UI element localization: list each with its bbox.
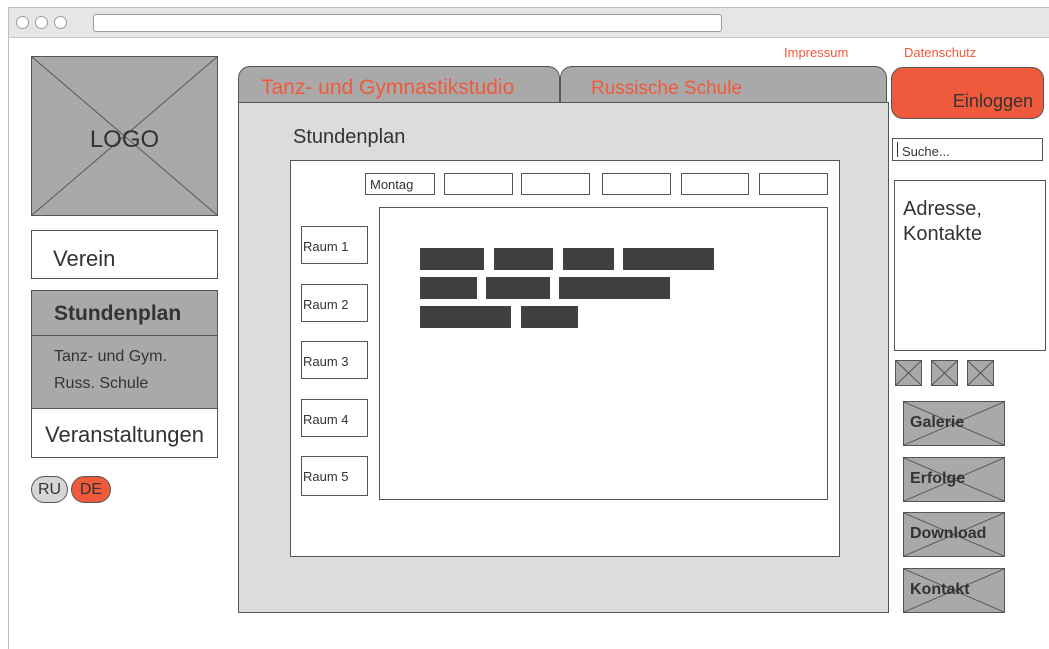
room-3[interactable]: Raum 3 [301,341,368,379]
text-placeholder-bar [563,248,614,270]
nav-galerie-button[interactable]: Galerie [903,401,1005,446]
impressum-link[interactable]: Impressum [784,45,848,60]
day-field-2[interactable] [444,173,513,195]
text-placeholder-bar [420,248,484,270]
text-placeholder-bar [420,277,477,299]
text-placeholder-bar [623,248,714,270]
room-1[interactable]: Raum 1 [301,226,368,264]
tab-tanz-gymnastik[interactable]: Tanz- und Gymnastikstudio [238,66,560,102]
room-2[interactable]: Raum 2 [301,284,368,322]
login-button[interactable]: Einloggen [891,67,1044,119]
window-minimize-button[interactable] [35,16,48,29]
nav-download-button[interactable]: Download [903,512,1005,557]
search-placeholder: Suche... [902,144,950,159]
sidebar-item-stundenplan[interactable]: Stundenplan [32,291,217,336]
logo: LOGO [31,56,218,216]
text-cursor [897,142,898,157]
address-contacts-box: Adresse, Kontakte [894,180,1046,351]
room-4[interactable]: Raum 4 [301,399,368,437]
text-placeholder-bar [494,248,553,270]
language-de-button[interactable]: DE [71,476,111,503]
text-placeholder-bar [486,277,550,299]
sidebar-stundenplan-group: Stundenplan Tanz- und Gym. Russ. Schule [31,290,218,409]
text-placeholder-bar [521,306,578,328]
sidebar-item-verein[interactable]: Verein [31,230,218,279]
day-field-4[interactable] [602,173,671,195]
sidebar-subitem-russ[interactable]: Russ. Schule [54,375,148,393]
nav-kontakt-button[interactable]: Kontakt [903,568,1005,613]
day-field-1[interactable]: Montag [365,173,435,195]
language-ru-button[interactable]: RU [31,476,68,503]
logo-text: LOGO [89,126,160,153]
nav-erfolge-button[interactable]: Erfolge [903,457,1005,502]
text-placeholder-bar [420,306,511,328]
social-icon-1[interactable] [895,360,922,386]
sidebar-item-veranstaltungen[interactable]: Veranstaltungen [31,408,218,458]
page-title: Stundenplan [293,126,406,148]
nav-galerie-label: Galerie [910,414,965,431]
browser-titlebar [9,8,1049,38]
datenschutz-link[interactable]: Datenschutz [904,45,976,60]
nav-download-label: Download [910,525,987,542]
text-placeholder-bar [559,277,670,299]
day-field-6[interactable] [759,173,828,195]
search-input[interactable]: Suche... [892,138,1043,161]
url-bar[interactable] [93,14,722,32]
tab-russische-schule[interactable]: Russische Schule [560,66,887,102]
window-close-button[interactable] [16,16,29,29]
nav-kontakt-label: Kontakt [910,581,970,598]
day-field-3[interactable] [521,173,590,195]
sidebar-subitem-tanz[interactable]: Tanz- und Gym. [54,348,167,366]
social-icon-2[interactable] [931,360,958,386]
social-icon-3[interactable] [967,360,994,386]
room-5[interactable]: Raum 5 [301,456,368,496]
window-maximize-button[interactable] [54,16,67,29]
nav-erfolge-label: Erfolge [910,470,966,487]
day-field-5[interactable] [681,173,749,195]
